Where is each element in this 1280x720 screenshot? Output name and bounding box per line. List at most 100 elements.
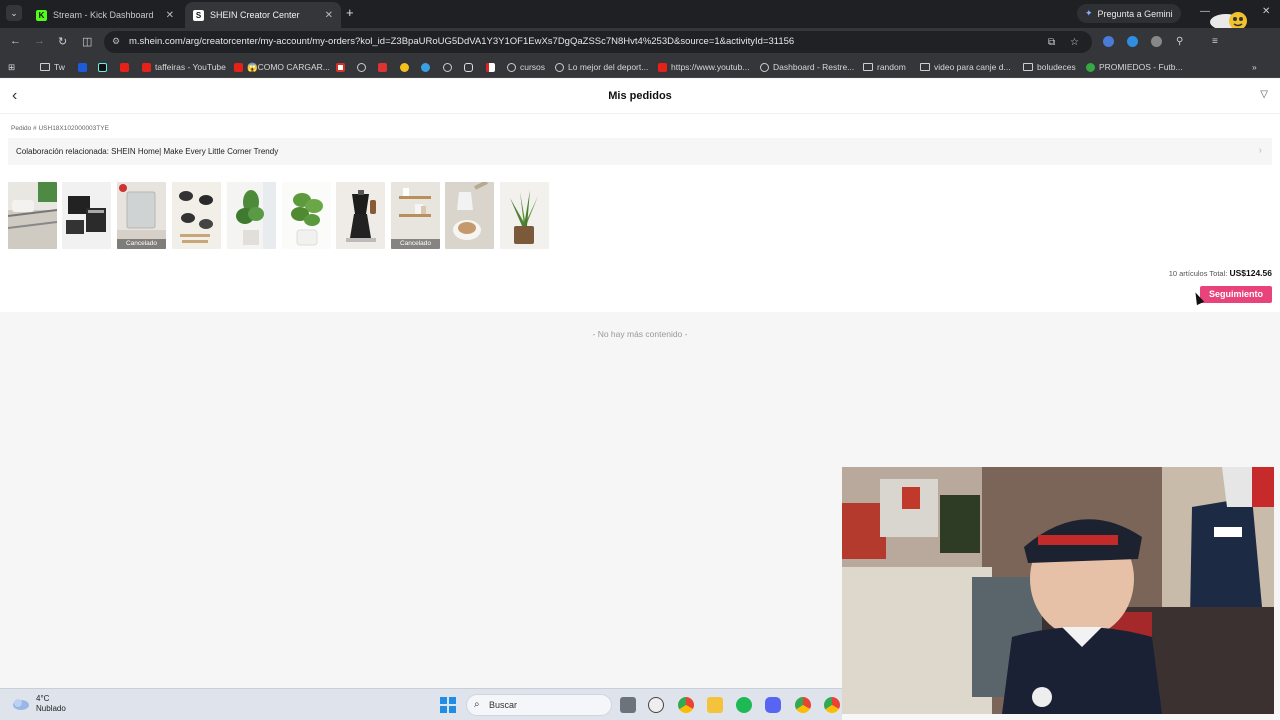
kick-icon: K (36, 9, 47, 21)
bookmark-star-icon[interactable]: ☆ (1070, 37, 1079, 48)
bookmark-boludeces[interactable]: boludeces (1023, 60, 1076, 74)
weather-widget[interactable]: 4°C Nublado (12, 694, 66, 714)
bookmark-globe[interactable] (357, 60, 366, 74)
tab-kick-dashboard[interactable]: K Stream - Kick Dashboard ✕ (28, 2, 182, 28)
product-thumbnail[interactable] (336, 182, 385, 249)
task-view-icon[interactable] (620, 697, 636, 713)
blue-extension-icon[interactable] (1127, 36, 1138, 47)
weather-condition: Nublado (36, 704, 66, 713)
window-close-icon[interactable]: ✕ (1262, 6, 1270, 17)
tab-shein-creator-center[interactable]: S SHEIN Creator Center ✕ (185, 2, 341, 28)
cancelled-badge: Cancelado (117, 239, 166, 249)
bookmark-cursos[interactable]: cursos (507, 60, 545, 74)
youtube-icon (142, 62, 151, 72)
extensions-puzzle-icon[interactable]: ⚲ (1176, 36, 1183, 47)
site-info-icon[interactable]: ⚙ (112, 36, 120, 47)
bookmark-yellow[interactable] (400, 60, 409, 74)
bookmark-paramount[interactable] (78, 60, 87, 74)
bookmark-video-canje[interactable]: video para canje d... (920, 60, 1011, 74)
tiktok-icon (98, 62, 107, 72)
browser-tabstrip: ⌄ K Stream - Kick Dashboard ✕ S SHEIN Cr… (0, 0, 1280, 35)
chevron-right-icon: › (1258, 145, 1262, 156)
tab-title: SHEIN Creator Center (210, 10, 300, 20)
bookmark-globe-2[interactable] (443, 60, 452, 74)
gemini-sparkle-icon: ✦ (1085, 8, 1093, 18)
youtube-icon (658, 62, 667, 72)
order-total: 10 artículos Total: US$124.56 (1169, 268, 1272, 278)
product-thumbnail[interactable] (8, 182, 57, 249)
bookmark-youtube-url[interactable]: https://www.youtub... (658, 60, 749, 74)
tab-search-icon[interactable]: ⌄ (6, 5, 22, 21)
more-bookmarks-icon[interactable]: » (1252, 60, 1257, 74)
page-title: Mis pedidos (608, 90, 672, 102)
chrome-profile-icon[interactable] (795, 697, 811, 713)
globe-icon (760, 62, 769, 72)
bookmark-tiktok[interactable] (98, 60, 107, 74)
chrome-profile-2-icon[interactable] (824, 697, 840, 713)
bookmark-dashboard-restream[interactable]: Dashboard - Restre... (760, 60, 854, 74)
chrome-icon[interactable] (678, 697, 694, 713)
product-thumbnail[interactable]: Cancelado (391, 182, 440, 249)
discord-icon[interactable] (765, 697, 781, 713)
bookmark-red[interactable] (378, 60, 387, 74)
address-bar[interactable]: ⚙ m.shein.com/arg/creatorcenter/my-accou… (104, 31, 1092, 53)
product-thumbnail[interactable] (500, 182, 549, 249)
close-icon[interactable]: ✕ (166, 10, 174, 21)
app-icon[interactable] (648, 697, 664, 713)
tracking-button[interactable]: Seguimiento (1200, 286, 1272, 303)
start-icon[interactable] (440, 697, 456, 713)
bookmarks-bar: ⊞ Tw taffeiras - YouTube 😱COMO CARGAR...… (0, 56, 1280, 78)
gemini-button[interactable]: ✦ Pregunta a Gemini (1077, 4, 1181, 23)
browser-toolbar: ← → ↻ ◫ ⚙ m.shein.com/arg/creatorcenter/… (0, 28, 1280, 56)
cloud-icon (13, 699, 29, 710)
globe-icon (443, 62, 452, 72)
product-thumbnail[interactable] (282, 182, 331, 249)
translate-extension-icon[interactable] (1103, 36, 1114, 47)
vpn-extension-icon[interactable] (1151, 36, 1162, 47)
windows-taskbar: 4°C Nublado ⌕ Buscar (0, 688, 842, 720)
bookmark-tw[interactable]: Tw (40, 60, 65, 74)
youtube-icon (234, 62, 243, 72)
forward-icon[interactable]: → (34, 35, 45, 47)
back-icon[interactable]: ← (10, 35, 21, 47)
bookmark-como-cargar[interactable]: 😱COMO CARGAR... (234, 60, 330, 74)
install-icon[interactable]: ⧉ (1048, 37, 1055, 48)
collaboration-row[interactable]: Colaboración relacionada: SHEIN Home| Ma… (8, 138, 1272, 165)
folder-icon (40, 63, 50, 71)
apps-grid-icon[interactable]: ⊞ (8, 60, 15, 74)
no-more-content: - No hay más contenido - (592, 329, 688, 339)
filter-icon[interactable]: ▽ (1260, 89, 1268, 100)
product-thumbnail[interactable] (227, 182, 276, 249)
bookmark-promiedos[interactable]: PROMIEDOS - Futb... (1086, 60, 1183, 74)
bookmark-lo-mejor-del-deporte[interactable]: Lo mejor del deport... (555, 60, 648, 74)
file-explorer-icon[interactable] (707, 697, 723, 713)
close-icon[interactable]: ✕ (325, 10, 333, 21)
reload-icon[interactable]: ↻ (58, 35, 67, 48)
url-text[interactable]: m.shein.com/arg/creatorcenter/my-account… (129, 36, 794, 47)
globe-icon (555, 62, 564, 72)
globe-icon (507, 62, 516, 72)
bookmark-blue[interactable] (421, 60, 430, 74)
taskbar-search[interactable]: ⌕ Buscar (466, 694, 612, 716)
red-icon (378, 62, 387, 72)
spotify-icon[interactable] (736, 697, 752, 713)
gmail-icon (336, 62, 345, 72)
product-thumbnail[interactable] (445, 182, 494, 249)
menu-icon[interactable]: ≡ (1212, 36, 1218, 47)
bookmark-taffeiras[interactable]: taffeiras - YouTube (142, 60, 226, 74)
product-thumbnail[interactable] (62, 182, 111, 249)
product-thumbnail[interactable]: Cancelado (117, 182, 166, 249)
folder-icon (920, 63, 930, 71)
new-tab-button[interactable]: + (346, 5, 354, 20)
bookmark-instagram[interactable] (464, 60, 473, 74)
bookmark-river[interactable] (486, 60, 495, 74)
cancelled-badge: Cancelado (391, 239, 440, 249)
bookmark-youtube[interactable] (120, 60, 129, 74)
product-thumbnail[interactable] (172, 182, 221, 249)
temperature: 4°C (36, 694, 50, 703)
collaboration-text: Colaboración relacionada: SHEIN Home| Ma… (16, 147, 279, 156)
sidebar-icon[interactable]: ◫ (82, 35, 92, 48)
bookmark-gmail[interactable] (336, 60, 345, 74)
tab-title: Stream - Kick Dashboard (53, 10, 154, 20)
bookmark-random[interactable]: random (863, 60, 906, 74)
